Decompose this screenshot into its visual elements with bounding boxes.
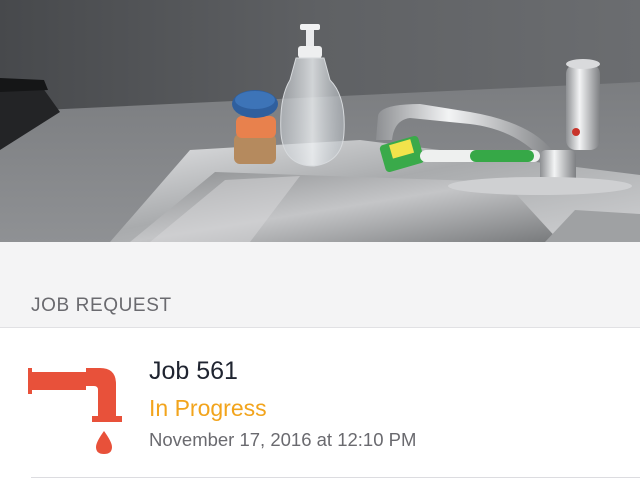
job-list-item[interactable]: Job 561 In Progress November 17, 2016 at…	[0, 328, 640, 478]
section-title: JOB REQUEST	[31, 295, 172, 316]
job-photo[interactable]	[0, 0, 640, 242]
row-divider	[31, 477, 640, 478]
faucet-drip-icon	[26, 358, 122, 454]
section-header: JOB REQUEST	[0, 242, 640, 328]
job-status: In Progress	[149, 395, 267, 421]
job-date: November 17, 2016 at 12:10 PM	[149, 429, 417, 450]
job-title: Job 561	[149, 357, 238, 385]
job-request-screen: JOB REQUEST Job 561 In Progress November…	[0, 0, 640, 480]
